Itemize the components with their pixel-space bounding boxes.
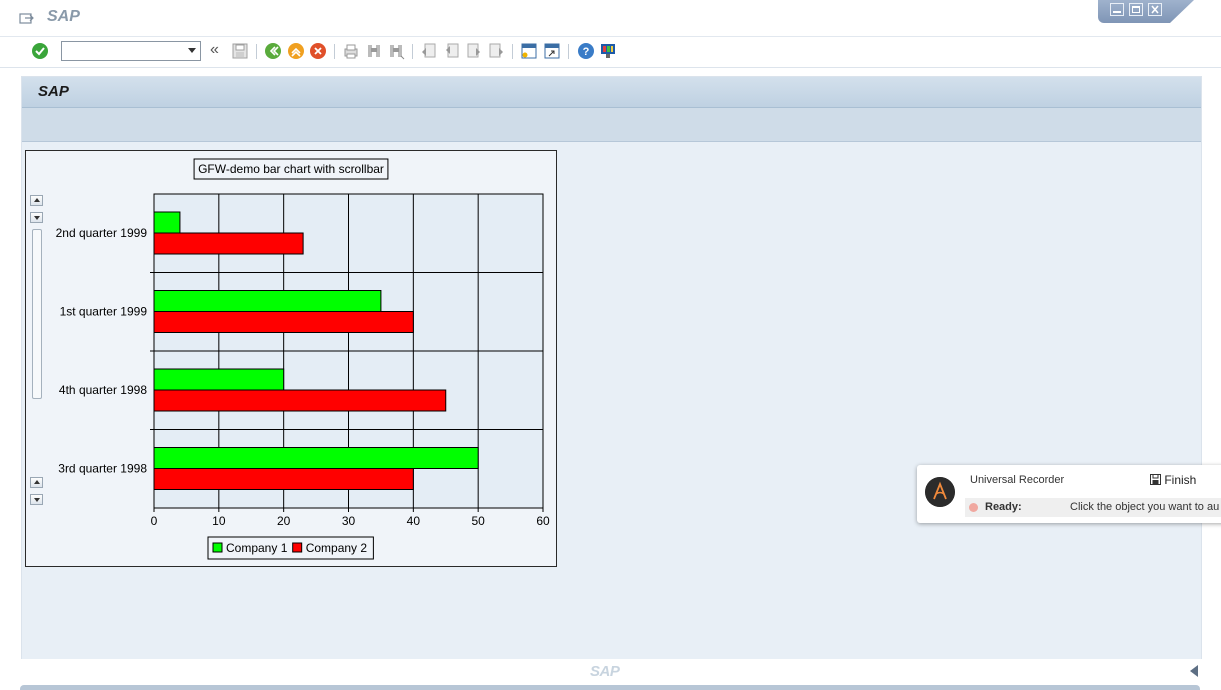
status-dot-icon [969,503,978,512]
bar-company-1[interactable] [153,290,382,312]
recorder-logo-icon [925,477,955,507]
scroll-thumb[interactable] [32,229,42,399]
previous-page-icon[interactable] [443,42,461,60]
bar-company-2[interactable] [153,311,414,333]
bar-company-2[interactable] [153,468,414,490]
legend-swatch [212,542,223,553]
screen-header: SAP [22,77,1201,108]
bar-chart: GFW-demo bar chart with scrollbar 0 10 20 30… [56,158,550,560]
scroll-up-button-bottom[interactable] [30,477,43,488]
help-icon[interactable]: ? [577,42,595,60]
bar-company-1[interactable] [153,211,181,234]
first-page-icon[interactable] [420,42,438,60]
x-tick-label: 30 [342,514,356,528]
footer-bar [20,685,1200,690]
toolbar-separator [568,44,569,59]
category-label: 3rd quarter 1998 [58,462,147,476]
close-icon[interactable] [1148,3,1162,16]
x-tick-label: 60 [536,514,550,528]
collapse-status-icon[interactable] [1190,665,1198,677]
title-bar: SAP [0,0,1221,37]
window-title: SAP [47,8,80,25]
application-toolbar [22,108,1201,142]
find-next-icon[interactable] [387,42,405,60]
finish-button[interactable]: Finish [1150,473,1196,487]
print-icon[interactable] [342,42,360,60]
find-icon[interactable] [365,42,383,60]
legend-swatch [292,542,303,553]
category-label: 1st quarter 1999 [60,305,148,319]
chart-title: GFW-demo bar chart with scrollbar [198,162,384,176]
recorder-panel: Universal Recorder Finish Ready: Click t… [917,465,1221,523]
recorder-status: Ready: [985,501,1022,513]
x-tick-label: 20 [277,514,291,528]
recorder-message: Click the object you want to au [1070,501,1220,513]
history-button[interactable]: « [210,41,219,59]
menu-icon[interactable] [19,11,35,25]
arrow-up-icon [34,480,40,484]
arrow-up-icon [34,198,40,202]
save-icon[interactable] [231,42,249,60]
create-session-icon[interactable] [520,42,538,60]
recorder-status-row: Ready: Click the object you want to au [965,498,1221,517]
toolbar-separator [334,44,335,59]
back-icon[interactable] [264,42,282,60]
bar-company-1[interactable] [153,447,479,469]
command-field[interactable] [61,41,201,61]
last-page-icon[interactable] [487,42,505,60]
toolbar-separator [256,44,257,59]
shortcut-icon[interactable] [543,42,561,60]
exit-icon[interactable] [287,42,305,60]
x-tick-label: 0 [151,514,158,528]
category-label: 4th quarter 1998 [59,383,147,397]
maximize-icon[interactable] [1129,3,1143,16]
bar-chart-control[interactable]: GFW-demo bar chart with scrollbar 0 10 20 30… [25,150,557,567]
bar-company-2[interactable] [153,389,447,412]
screen-title: SAP [38,83,69,100]
save-icon [1150,474,1161,485]
legend-label: Company 1 [226,541,288,555]
category-label: 2nd quarter 1999 [56,226,148,240]
arrow-down-icon [34,216,40,220]
x-tick-label: 10 [212,514,226,528]
toolbar-separator [512,44,513,59]
next-page-icon[interactable] [465,42,483,60]
scroll-down-button-bottom[interactable] [30,494,43,505]
x-tick-label: 40 [407,514,421,528]
vertical-scrollbar[interactable] [30,195,44,508]
scroll-down-button[interactable] [30,212,43,223]
bar-company-2[interactable] [153,232,304,255]
svg-text:?: ? [583,46,590,58]
minimize-icon[interactable] [1110,3,1124,16]
enter-icon[interactable] [31,42,49,60]
layout-menu-icon[interactable] [599,42,617,60]
cancel-icon[interactable] [309,42,327,60]
window-controls [1098,0,1194,23]
toolbar-separator [412,44,413,59]
finish-label: Finish [1164,473,1197,487]
bar-company-1[interactable] [153,368,285,391]
command-input[interactable] [64,43,186,61]
system-toolbar: « ? [0,37,1221,68]
status-bar: SAP [0,659,1221,690]
content-area: SAP GFW-demo bar chart with scrollbar 0 10… [21,76,1202,660]
legend-label: Company 2 [306,541,368,555]
arrow-down-icon [34,498,40,502]
x-tick-label: 50 [471,514,485,528]
scroll-up-button[interactable] [30,195,43,206]
recorder-name: Universal Recorder [970,474,1065,486]
chevron-down-icon[interactable] [188,48,196,53]
sap-logo: SAP [590,663,620,680]
